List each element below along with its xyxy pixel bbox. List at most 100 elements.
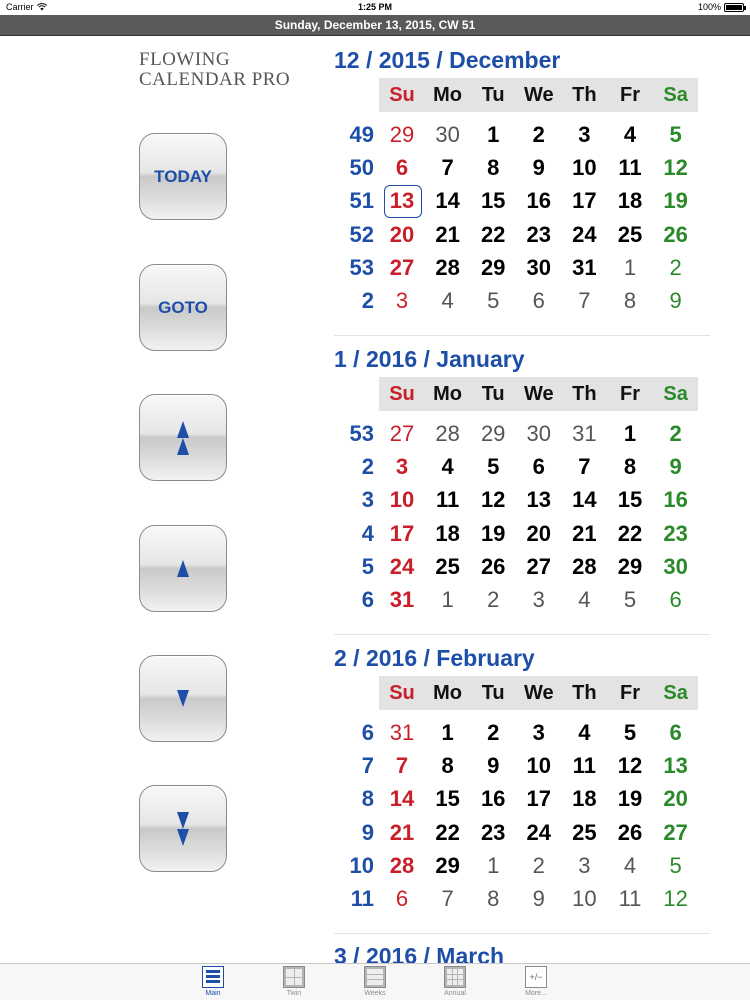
day-cell[interactable]: 9 xyxy=(516,882,562,915)
day-cell[interactable]: 10 xyxy=(561,882,607,915)
day-cell[interactable]: 2 xyxy=(653,251,699,284)
tab-weeks[interactable]: Weeks xyxy=(345,966,405,997)
day-cell[interactable]: 28 xyxy=(425,251,471,284)
day-cell[interactable]: 26 xyxy=(653,218,699,251)
day-cell[interactable]: 30 xyxy=(425,118,471,151)
day-cell[interactable]: 30 xyxy=(516,251,562,284)
day-cell[interactable]: 4 xyxy=(425,284,471,317)
day-cell[interactable]: 19 xyxy=(470,517,516,550)
day-cell[interactable]: 28 xyxy=(425,417,471,450)
day-cell[interactable]: 24 xyxy=(516,816,562,849)
day-cell[interactable]: 23 xyxy=(470,816,516,849)
day-cell[interactable]: 3 xyxy=(561,118,607,151)
day-cell[interactable]: 5 xyxy=(607,716,653,749)
day-cell[interactable]: 1 xyxy=(470,118,516,151)
scroll-up-button[interactable] xyxy=(139,525,227,612)
day-cell[interactable]: 3 xyxy=(516,583,562,616)
day-cell[interactable]: 12 xyxy=(470,483,516,516)
day-cell[interactable]: 27 xyxy=(653,816,699,849)
today-day-cell[interactable]: 13 xyxy=(379,184,425,219)
day-cell[interactable]: 5 xyxy=(470,450,516,483)
day-cell[interactable]: 31 xyxy=(379,716,425,749)
day-cell[interactable]: 22 xyxy=(425,816,471,849)
day-cell[interactable]: 15 xyxy=(425,782,471,815)
day-cell[interactable]: 13 xyxy=(516,483,562,516)
day-cell[interactable]: 22 xyxy=(607,517,653,550)
day-cell[interactable]: 4 xyxy=(561,716,607,749)
day-cell[interactable]: 9 xyxy=(653,284,699,317)
day-cell[interactable]: 25 xyxy=(561,816,607,849)
day-cell[interactable]: 14 xyxy=(425,184,471,217)
day-cell[interactable]: 11 xyxy=(561,749,607,782)
day-cell[interactable]: 3 xyxy=(516,716,562,749)
day-cell[interactable]: 6 xyxy=(379,882,425,915)
day-cell[interactable]: 18 xyxy=(561,782,607,815)
day-cell[interactable]: 8 xyxy=(607,284,653,317)
tab-annual[interactable]: Annual xyxy=(425,966,485,997)
day-cell[interactable]: 11 xyxy=(607,151,653,184)
day-cell[interactable]: 31 xyxy=(379,583,425,616)
day-cell[interactable]: 24 xyxy=(379,550,425,583)
scroll-down-fast-button[interactable] xyxy=(139,785,227,872)
day-cell[interactable]: 15 xyxy=(470,184,516,217)
day-cell[interactable]: 14 xyxy=(561,483,607,516)
day-cell[interactable]: 29 xyxy=(470,417,516,450)
day-cell[interactable]: 1 xyxy=(470,849,516,882)
day-cell[interactable]: 17 xyxy=(516,782,562,815)
day-cell[interactable]: 5 xyxy=(653,849,699,882)
day-cell[interactable]: 26 xyxy=(607,816,653,849)
day-cell[interactable]: 4 xyxy=(561,583,607,616)
day-cell[interactable]: 19 xyxy=(653,184,699,217)
day-cell[interactable]: 18 xyxy=(607,184,653,217)
day-cell[interactable]: 31 xyxy=(561,251,607,284)
day-cell[interactable]: 2 xyxy=(470,583,516,616)
day-cell[interactable]: 14 xyxy=(379,782,425,815)
day-cell[interactable]: 21 xyxy=(425,218,471,251)
day-cell[interactable]: 8 xyxy=(607,450,653,483)
day-cell[interactable]: 21 xyxy=(379,816,425,849)
day-cell[interactable]: 17 xyxy=(561,184,607,217)
day-cell[interactable]: 30 xyxy=(653,550,699,583)
day-cell[interactable]: 7 xyxy=(561,284,607,317)
day-cell[interactable]: 31 xyxy=(561,417,607,450)
day-cell[interactable]: 9 xyxy=(653,450,699,483)
day-cell[interactable]: 7 xyxy=(561,450,607,483)
day-cell[interactable]: 4 xyxy=(607,849,653,882)
day-cell[interactable]: 24 xyxy=(561,218,607,251)
day-cell[interactable]: 20 xyxy=(516,517,562,550)
day-cell[interactable]: 29 xyxy=(607,550,653,583)
day-cell[interactable]: 1 xyxy=(425,716,471,749)
day-cell[interactable]: 5 xyxy=(653,118,699,151)
day-cell[interactable]: 6 xyxy=(379,151,425,184)
day-cell[interactable]: 3 xyxy=(561,849,607,882)
day-cell[interactable]: 9 xyxy=(516,151,562,184)
day-cell[interactable]: 10 xyxy=(561,151,607,184)
day-cell[interactable]: 4 xyxy=(425,450,471,483)
day-cell[interactable]: 8 xyxy=(470,151,516,184)
day-cell[interactable]: 7 xyxy=(425,151,471,184)
day-cell[interactable]: 6 xyxy=(516,450,562,483)
day-cell[interactable]: 21 xyxy=(561,517,607,550)
day-cell[interactable]: 9 xyxy=(470,749,516,782)
tab-twin[interactable]: Twin xyxy=(264,966,324,997)
day-cell[interactable]: 12 xyxy=(607,749,653,782)
day-cell[interactable]: 27 xyxy=(379,417,425,450)
day-cell[interactable]: 12 xyxy=(653,151,699,184)
day-cell[interactable]: 29 xyxy=(425,849,471,882)
day-cell[interactable]: 6 xyxy=(516,284,562,317)
day-cell[interactable]: 28 xyxy=(379,849,425,882)
day-cell[interactable]: 2 xyxy=(516,849,562,882)
day-cell[interactable]: 26 xyxy=(470,550,516,583)
day-cell[interactable]: 3 xyxy=(379,450,425,483)
day-cell[interactable]: 2 xyxy=(653,417,699,450)
day-cell[interactable]: 8 xyxy=(425,749,471,782)
day-cell[interactable]: 12 xyxy=(653,882,699,915)
day-cell[interactable]: 23 xyxy=(516,218,562,251)
day-cell[interactable]: 10 xyxy=(516,749,562,782)
day-cell[interactable]: 18 xyxy=(425,517,471,550)
day-cell[interactable]: 7 xyxy=(425,882,471,915)
day-cell[interactable]: 1 xyxy=(607,251,653,284)
day-cell[interactable]: 27 xyxy=(379,251,425,284)
day-cell[interactable]: 20 xyxy=(653,782,699,815)
day-cell[interactable]: 16 xyxy=(653,483,699,516)
